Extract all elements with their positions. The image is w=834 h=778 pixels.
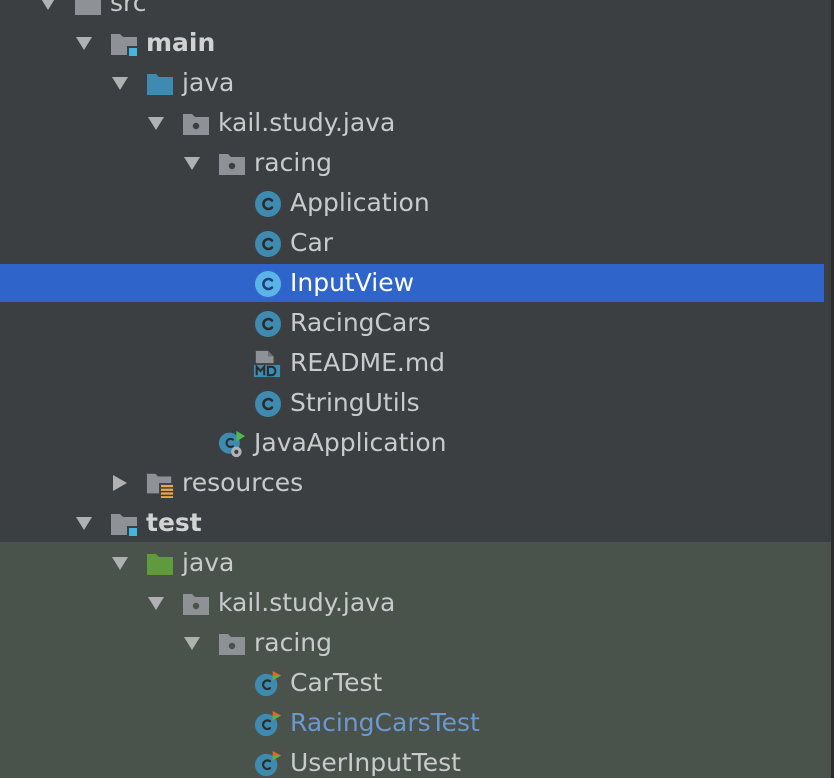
package-icon (219, 154, 245, 175)
package-icon (183, 594, 209, 615)
tree-item-label: UserInputTest (290, 748, 461, 777)
tree-item-cartest[interactable]: CarTest (0, 664, 824, 702)
module-folder-icon (111, 34, 138, 57)
project-tree: src main java kail.study.java racing App… (0, 0, 834, 778)
class-icon (255, 231, 281, 257)
class-icon (255, 311, 281, 337)
package-icon (219, 634, 245, 655)
tree-item-racingcarstest[interactable]: RacingCarsTest (0, 704, 824, 742)
tree-item-label: README.md (290, 348, 446, 377)
chevron-down-icon[interactable] (146, 113, 166, 133)
chevron-down-icon[interactable] (38, 0, 58, 13)
tree-item-label: java (182, 68, 235, 97)
test-class-icon (254, 710, 282, 737)
chevron-down-icon[interactable] (182, 633, 202, 653)
tree-item-test-package[interactable]: kail.study.java (0, 584, 824, 622)
folder-icon (75, 0, 101, 15)
tree-item-racingcars[interactable]: RacingCars (0, 304, 824, 342)
module-folder-icon (111, 514, 138, 537)
test-class-icon (254, 670, 282, 697)
class-icon (255, 271, 281, 297)
tree-item-test[interactable]: test (0, 504, 824, 542)
chevron-down-icon[interactable] (110, 553, 130, 573)
tree-item-test-java[interactable]: java (0, 544, 824, 582)
package-icon (183, 114, 209, 135)
tree-item-label: Car (290, 228, 334, 257)
class-icon (255, 391, 281, 417)
tree-item-label: java (182, 548, 235, 577)
chevron-down-icon[interactable] (74, 33, 94, 53)
class-icon (255, 191, 281, 217)
tree-item-label: StringUtils (290, 388, 420, 417)
tree-item-label: racing (254, 148, 333, 177)
tree-item-label: main (146, 28, 216, 57)
chevron-down-icon[interactable] (110, 73, 130, 93)
tree-item-label: src (110, 0, 147, 17)
tree-item-stringutils[interactable]: StringUtils (0, 384, 824, 422)
tree-item-label: test (146, 508, 202, 537)
test-class-icon (254, 750, 282, 777)
resources-folder-icon (146, 473, 174, 498)
tree-item-test-racing[interactable]: racing (0, 624, 824, 662)
tree-item-resources[interactable]: resources (0, 464, 824, 502)
tree-item-label: RacingCars (290, 308, 431, 337)
tree-item-src[interactable]: src (0, 0, 824, 22)
tree-item-label: Application (290, 188, 430, 217)
tree-item-label: JavaApplication (254, 428, 447, 457)
tree-item-main-racing[interactable]: racing (0, 144, 824, 182)
tree-item-label: racing (254, 628, 333, 657)
chevron-right-icon[interactable] (110, 473, 130, 493)
tree-item-readme[interactable]: README.md (0, 344, 824, 382)
tree-item-label: InputView (290, 268, 415, 297)
markdown-file-icon (253, 350, 281, 378)
tree-item-label: resources (182, 468, 304, 497)
tree-item-inputview[interactable]: InputView (0, 264, 824, 302)
tree-item-label: CarTest (290, 668, 383, 697)
tree-item-javaapplication[interactable]: JavaApplication (0, 424, 824, 462)
chevron-down-icon[interactable] (146, 593, 166, 613)
tree-item-main[interactable]: main (0, 24, 824, 62)
spring-boot-application-icon (218, 430, 246, 458)
test-source-folder-icon (147, 554, 173, 575)
tree-item-label: RacingCarsTest (290, 708, 480, 737)
tree-item-label: kail.study.java (218, 108, 396, 137)
tree-item-label: kail.study.java (218, 588, 396, 617)
source-folder-icon (147, 74, 173, 95)
tree-item-car[interactable]: Car (0, 224, 824, 262)
chevron-down-icon[interactable] (74, 513, 94, 533)
chevron-down-icon[interactable] (182, 153, 202, 173)
tree-item-userinputtest[interactable]: UserInputTest (0, 744, 824, 778)
tree-item-main-package[interactable]: kail.study.java (0, 104, 824, 142)
tree-item-main-java[interactable]: java (0, 64, 824, 102)
tree-item-application[interactable]: Application (0, 184, 824, 222)
